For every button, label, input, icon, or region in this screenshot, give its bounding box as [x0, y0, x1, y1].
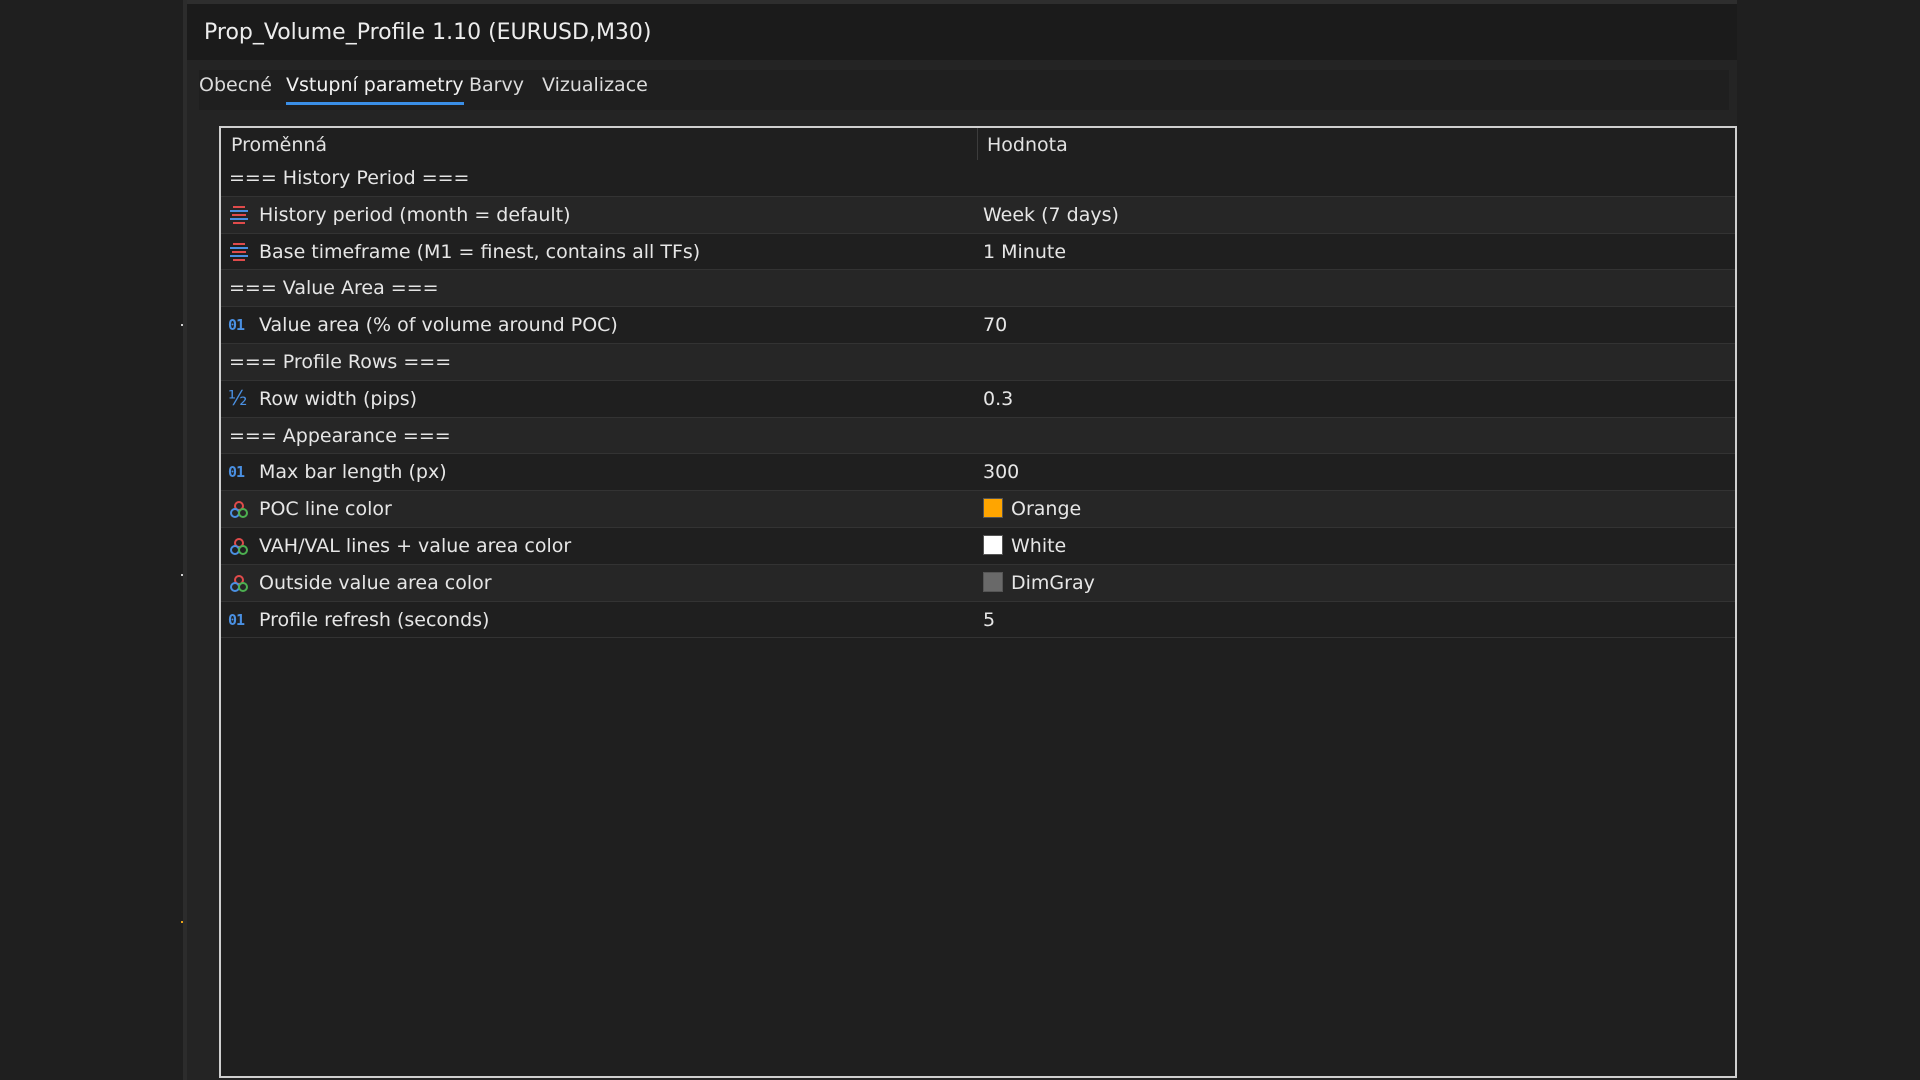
integer-icon: 01 — [228, 610, 250, 630]
tab-visualization[interactable]: Vizualizace — [542, 74, 648, 102]
enum-list-icon — [228, 205, 250, 225]
table-row[interactable]: POC line color Orange — [221, 491, 1735, 528]
parameter-name: Profile refresh (seconds) — [259, 608, 490, 631]
color-swatch[interactable] — [983, 571, 1003, 592]
column-header-variable[interactable]: Proměnná — [231, 134, 327, 156]
tab-input-parameters[interactable]: Vstupní parametry — [286, 74, 464, 105]
indicator-properties-dialog: Prop_Volume_Profile 1.10 (EURUSD,M30) Ob… — [183, 0, 1737, 1080]
parameter-value[interactable]: 70 — [983, 314, 1007, 336]
table-section-row[interactable]: === Appearance === — [221, 417, 1735, 455]
integer-icon-glyph: 01 — [228, 463, 245, 482]
table-body: === History Period === History period (mo… — [221, 160, 1735, 639]
parameter-name: Value area (% of volume around POC) — [259, 314, 618, 337]
color-icon — [228, 499, 250, 519]
section-title: === History Period === — [229, 167, 470, 189]
parameter-name: POC line color — [259, 498, 392, 521]
parameter-value[interactable]: 1 Minute — [983, 241, 1066, 263]
color-icon — [228, 573, 250, 593]
tab-colors[interactable]: Barvy — [469, 74, 524, 102]
fraction-icon-glyph: ½ — [228, 385, 248, 410]
color-value-cell[interactable]: Orange — [983, 498, 1081, 520]
table-row[interactable]: Outside value area color DimGray — [221, 564, 1735, 602]
parameter-name: History period (month = default) — [259, 203, 571, 226]
parameter-name: Base timeframe (M1 = finest, contains al… — [259, 240, 701, 263]
table-section-row[interactable]: === Value Area === — [221, 270, 1735, 308]
table-section-row[interactable]: === Profile Rows === — [221, 343, 1735, 381]
fraction-icon: ½ — [228, 385, 250, 410]
parameter-name: Row width (pips) — [259, 387, 418, 410]
table-row[interactable]: History period (month = default) Week (7 … — [221, 196, 1735, 234]
integer-icon: 01 — [228, 315, 250, 335]
table-row[interactable]: VAH/VAL lines + value area color White — [221, 527, 1735, 565]
parameter-value[interactable]: 5 — [983, 609, 995, 631]
parameter-name: Outside value area color — [259, 571, 492, 594]
integer-icon: 01 — [228, 462, 250, 482]
table-row[interactable]: 01 Value area (% of volume around POC) 70 — [221, 307, 1735, 344]
tab-bar: Obecné Vstupní parametry Barvy Vizualiza… — [199, 70, 1729, 110]
color-value-cell[interactable]: DimGray — [983, 571, 1095, 594]
table-row[interactable]: Base timeframe (M1 = finest, contains al… — [221, 233, 1735, 271]
dialog-title: Prop_Volume_Profile 1.10 (EURUSD,M30) — [204, 20, 652, 45]
table-section-row[interactable]: === History Period === — [221, 160, 1735, 197]
chart-background-strip — [0, 0, 187, 1080]
section-title: === Value Area === — [229, 277, 439, 300]
color-value-cell[interactable]: White — [983, 534, 1067, 557]
color-swatch[interactable] — [983, 498, 1003, 519]
parameter-value[interactable]: 0.3 — [983, 388, 1013, 410]
integer-icon-glyph: 01 — [228, 610, 245, 629]
section-title: === Appearance === — [229, 424, 451, 447]
color-name: Orange — [1011, 498, 1082, 521]
parameter-value[interactable]: 300 — [983, 461, 1019, 483]
table-row[interactable]: ½ Row width (pips) 0.3 — [221, 380, 1735, 418]
column-header-value[interactable]: Hodnota — [987, 134, 1068, 156]
parameter-name: VAH/VAL lines + value area color — [259, 534, 572, 557]
dialog-titlebar[interactable]: Prop_Volume_Profile 1.10 (EURUSD,M30) — [187, 0, 1737, 60]
table-header: Proměnná Hodnota — [221, 128, 1735, 160]
parameter-name: Max bar length (px) — [259, 461, 447, 484]
color-swatch[interactable] — [983, 534, 1003, 555]
enum-list-icon — [228, 242, 250, 262]
table-row[interactable]: 01 Profile refresh (seconds) 5 — [221, 601, 1735, 639]
color-icon — [228, 536, 250, 556]
color-name: White — [1011, 534, 1067, 557]
integer-icon-glyph: 01 — [228, 316, 245, 335]
parameter-value[interactable]: Week (7 days) — [983, 204, 1119, 226]
section-title: === Profile Rows === — [229, 350, 452, 373]
parameters-table: Proměnná Hodnota === History Period === H… — [219, 126, 1737, 1078]
table-row[interactable]: 01 Max bar length (px) 300 — [221, 454, 1735, 492]
tab-general[interactable]: Obecné — [199, 74, 272, 102]
color-name: DimGray — [1011, 571, 1095, 594]
